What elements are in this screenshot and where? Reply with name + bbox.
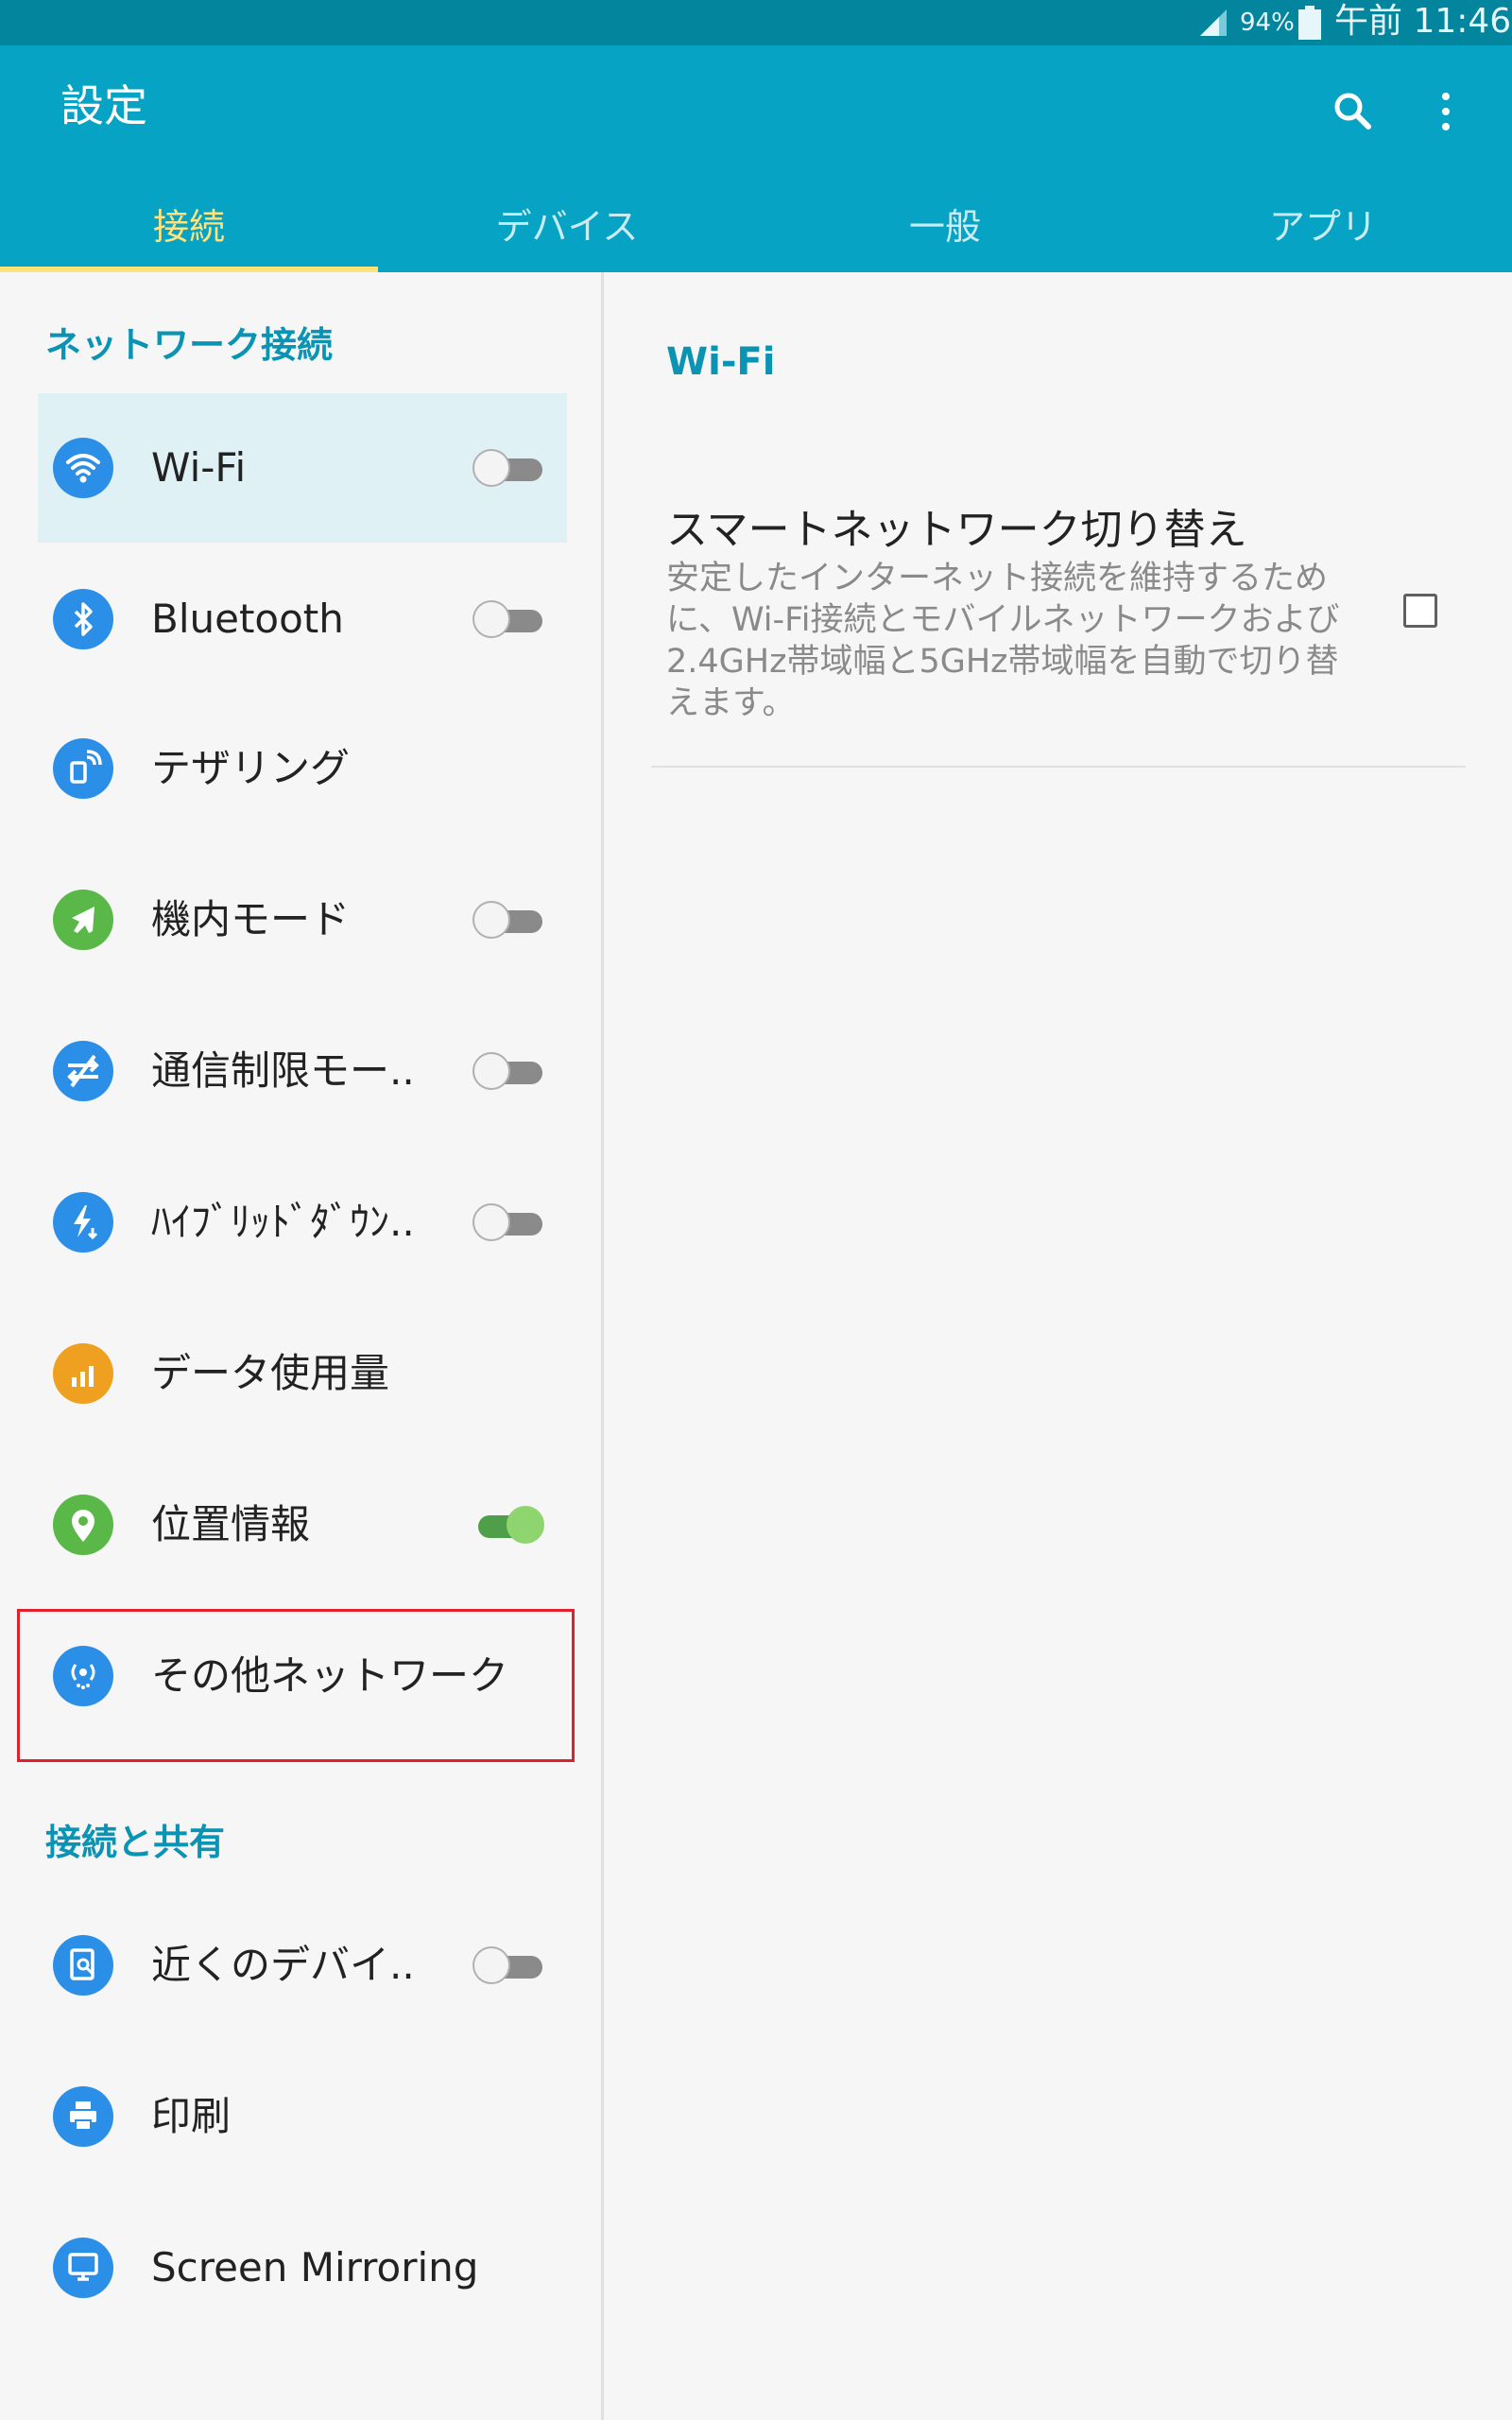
battery-percent: 94%: [1240, 9, 1295, 37]
signal-icon: [1200, 9, 1227, 36]
item-label: 位置情報: [151, 1501, 311, 1547]
app-bar: 設定 接続 デバイス 一般 アプリ: [0, 45, 1512, 272]
more-vert-icon[interactable]: [1419, 85, 1472, 138]
airplane-icon: [53, 890, 113, 950]
item-label: ﾊｲﾌﾞﾘｯﾄﾞﾀﾞｳﾝ..: [151, 1199, 415, 1245]
location-icon: [53, 1495, 113, 1555]
search-icon[interactable]: [1327, 85, 1380, 138]
list-item-location[interactable]: 位置情報: [38, 1450, 567, 1599]
list-item-screen-mirroring[interactable]: Screen Mirroring: [38, 2193, 567, 2342]
list-item-airplane-mode[interactable]: 機内モード: [38, 845, 567, 994]
smart-network-switch-checkbox[interactable]: [1403, 594, 1437, 628]
download-booster-toggle[interactable]: [472, 1203, 544, 1241]
item-label: 近くのデバイ..: [151, 1942, 415, 1988]
tab-general[interactable]: 一般: [756, 189, 1134, 272]
nearby-devices-icon: [53, 1935, 113, 1996]
list-item-tethering[interactable]: テザリング: [38, 694, 567, 843]
item-label: Bluetooth: [151, 596, 344, 642]
list-item-download-booster[interactable]: ﾊｲﾌﾞﾘｯﾄﾞﾀﾞｳﾝ..: [38, 1148, 567, 1297]
item-label: 印刷: [151, 2093, 232, 2139]
tethering-icon: [53, 738, 113, 799]
print-icon: [53, 2086, 113, 2147]
tab-apps[interactable]: アプリ: [1134, 189, 1512, 272]
wifi-toggle[interactable]: [472, 449, 544, 487]
download-booster-icon: [53, 1192, 113, 1253]
item-label: 通信制限モー..: [151, 1047, 415, 1094]
clock: 午前 11:46: [1334, 2, 1512, 41]
nearby-devices-toggle[interactable]: [472, 1946, 544, 1984]
bluetooth-toggle[interactable]: [472, 600, 544, 638]
section-header-connect-share: 接続と共有: [45, 1822, 226, 1863]
tab-device[interactable]: デバイス: [378, 189, 756, 272]
list-item-print[interactable]: 印刷: [38, 2042, 567, 2191]
highlight-box: [17, 1609, 575, 1762]
item-label: Screen Mirroring: [151, 2244, 479, 2290]
location-toggle[interactable]: [472, 1506, 544, 1544]
detail-header: Wi-Fi: [666, 340, 776, 384]
list-item-wifi[interactable]: Wi-Fi: [38, 393, 567, 543]
item-label: 機内モード: [151, 896, 351, 942]
smart-network-switch-description: 安定したインターネット接続を維持するために、Wi-Fi接続とモバイルネットワーク…: [666, 560, 1340, 722]
item-label: テザリング: [151, 745, 351, 791]
wifi-icon: [53, 438, 113, 498]
battery-icon: [1298, 6, 1321, 40]
detail-pane: Wi-Fi スマートネットワーク切り替え 安定したインターネット接続を維持するた…: [604, 272, 1512, 2420]
list-item-bluetooth[interactable]: Bluetooth: [38, 544, 567, 694]
section-header-network: ネットワーク接続: [45, 324, 334, 366]
airplane-toggle[interactable]: [472, 901, 544, 939]
divider: [651, 766, 1466, 768]
tab-bar: 接続 デバイス 一般 アプリ: [0, 189, 1512, 272]
data-saver-toggle[interactable]: [472, 1052, 544, 1090]
list-item-nearby-devices[interactable]: 近くのデバイ..: [38, 1891, 567, 2040]
data-saver-icon: [53, 1041, 113, 1101]
screen-mirroring-icon: [53, 2238, 113, 2298]
list-item-data-saver[interactable]: 通信制限モー..: [38, 996, 567, 1146]
status-bar: 94% 午前 11:46: [0, 0, 1512, 45]
tab-connections[interactable]: 接続: [0, 189, 378, 272]
data-usage-icon: [53, 1343, 113, 1404]
settings-list: ネットワーク接続 Wi-Fi Bluetooth テザリング 機内モード 通信制…: [0, 272, 601, 2420]
smart-network-switch-title[interactable]: スマートネットワーク切り替え: [666, 495, 1247, 556]
bluetooth-icon: [53, 589, 113, 649]
page-title: 設定: [60, 80, 147, 131]
list-item-data-usage[interactable]: データ使用量: [38, 1299, 567, 1448]
item-label: データ使用量: [151, 1350, 390, 1396]
item-label: Wi-Fi: [151, 444, 247, 491]
